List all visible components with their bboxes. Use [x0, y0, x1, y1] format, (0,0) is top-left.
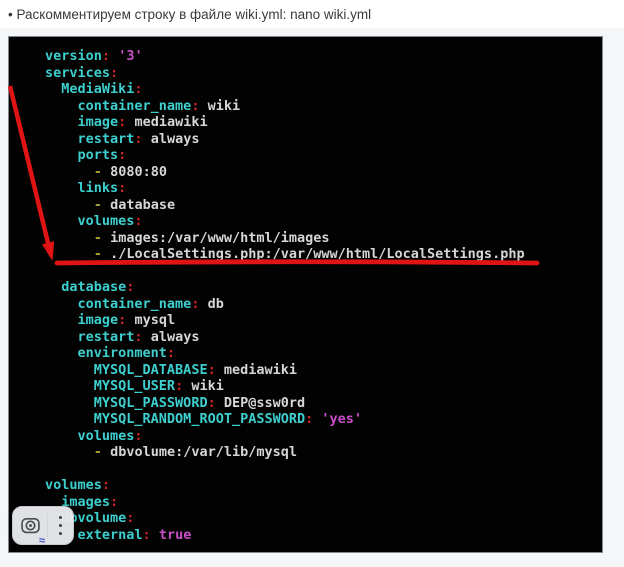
- code-line: - database: [45, 197, 602, 214]
- code-line: version: '3': [45, 48, 602, 65]
- code-line: [45, 461, 602, 478]
- code-line: - dbvolume:/var/lib/mysql: [45, 444, 602, 461]
- code-line: images:: [45, 494, 602, 511]
- code-line: image: mysql: [45, 312, 602, 329]
- code-line: external: true: [45, 527, 602, 544]
- code-line: environment:: [45, 345, 602, 362]
- code-line: volumes:: [45, 213, 602, 230]
- image-search-icon: [19, 514, 42, 537]
- code-line: services:: [45, 65, 602, 82]
- code-line: - images:/var/www/html/images: [45, 230, 602, 247]
- code-line: dbvolume:: [45, 510, 602, 527]
- code-line: MYSQL_DATABASE: mediawiki: [45, 362, 602, 379]
- code-line: restart: always: [45, 131, 602, 148]
- code-line: MYSQL_PASSWORD: DEP@ssw0rd: [45, 395, 602, 412]
- code-line: image: mediawiki: [45, 114, 602, 131]
- code-line: - 8080:80: [45, 164, 602, 181]
- code-line: container_name: wiki: [45, 98, 602, 115]
- code-line: MYSQL_RANDOM_ROOT_PASSWORD: 'yes': [45, 411, 602, 428]
- three-dot-menu-icon: [59, 524, 63, 528]
- code-line: [45, 263, 602, 280]
- doc-bullet-text: • Раскомментируем строку в файле wiki.ym…: [8, 7, 371, 22]
- code-line: volumes:: [45, 428, 602, 445]
- blue-squiggle-mark: ≈: [39, 536, 55, 546]
- three-dot-menu-icon: [59, 516, 63, 520]
- code-line: database:: [45, 279, 602, 296]
- code-line: MYSQL_USER: wiki: [45, 378, 602, 395]
- code-line: - ./LocalSettings.php:/var/www/html/Loca…: [45, 246, 602, 263]
- code-line: MediaWiki:: [45, 81, 602, 98]
- code-line: container_name: db: [45, 296, 602, 313]
- terminal-screenshot: version: '3'services: MediaWiki: contain…: [8, 36, 603, 553]
- three-dot-menu-icon: [59, 532, 63, 536]
- code-line: ports:: [45, 147, 602, 164]
- code-line: links:: [45, 180, 602, 197]
- code-line: volumes:: [45, 477, 602, 494]
- code-line: restart: always: [45, 329, 602, 346]
